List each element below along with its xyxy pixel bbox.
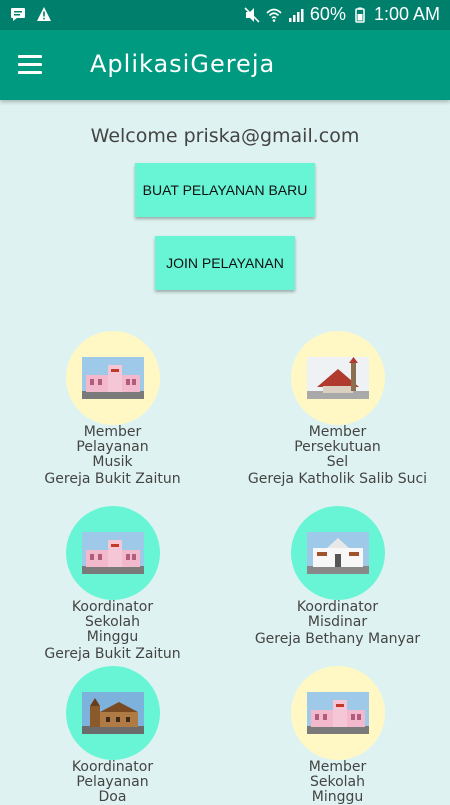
battery-icon xyxy=(355,7,365,23)
role-label: Koordinator xyxy=(296,599,379,615)
church-avatar[interactable] xyxy=(290,331,385,425)
role-label: Koordinator xyxy=(71,599,154,615)
hamburger-menu-icon[interactable] xyxy=(18,55,42,75)
church-photo xyxy=(81,357,144,399)
service-card[interactable]: Member Pelayanan Musik Gereja Bukit Zaitun xyxy=(0,331,225,487)
service-card[interactable]: Koordinator Misdinar Gereja Bethany Manyar xyxy=(225,506,450,647)
service-name: Minggu xyxy=(311,789,364,805)
church-name: Gereja Bukit Zaitun xyxy=(44,471,181,487)
role-label: Koordinator xyxy=(71,759,154,775)
service-name: Doa xyxy=(98,789,127,805)
app-title: AplikasiGereja xyxy=(90,50,276,78)
app-bar: AplikasiGereja xyxy=(0,30,450,100)
service-name: Persekutuan xyxy=(294,439,381,455)
church-photo xyxy=(81,692,144,734)
service-card[interactable]: Koordinator Sekolah Minggu Gereja Bukit Zai… xyxy=(0,506,225,662)
status-bar: 60% 1:00 AM xyxy=(0,0,450,30)
welcome-text: Welcome priska@gmail.com xyxy=(90,125,360,147)
service-name: Pelayanan xyxy=(76,774,149,790)
create-service-button[interactable]: BUAT PELAYANAN BARU xyxy=(135,163,315,217)
service-name: Sekolah xyxy=(84,614,140,630)
church-photo xyxy=(306,532,369,574)
church-avatar[interactable] xyxy=(65,666,160,760)
role-label: Member xyxy=(308,424,367,440)
service-name: Pelayanan xyxy=(76,439,149,455)
mute-icon xyxy=(244,6,260,23)
church-photo xyxy=(306,357,369,399)
signal-icon xyxy=(288,8,304,22)
wifi-icon xyxy=(266,8,282,22)
church-avatar[interactable] xyxy=(290,506,385,600)
service-card[interactable]: Koordinator Pelayanan Doa xyxy=(0,666,225,805)
battery-percent: 60% xyxy=(309,4,346,24)
service-name: Minggu xyxy=(86,629,139,645)
church-photo xyxy=(81,532,144,574)
service-card[interactable]: Member Sekolah Minggu xyxy=(225,666,450,805)
join-service-button[interactable]: JOIN PELAYANAN xyxy=(155,236,295,290)
service-card[interactable]: Member Persekutuan Sel Gereja Katholik Sali… xyxy=(225,331,450,487)
service-name: Sel xyxy=(326,454,349,470)
church-avatar[interactable] xyxy=(65,331,160,425)
clock: 1:00 AM xyxy=(373,4,440,24)
church-avatar[interactable] xyxy=(290,666,385,760)
church-avatar[interactable] xyxy=(65,506,160,600)
role-label: Member xyxy=(83,424,142,440)
warning-icon xyxy=(37,7,51,21)
service-name: Misdinar xyxy=(307,614,368,630)
service-name: Musik xyxy=(92,454,133,470)
church-photo xyxy=(306,692,369,734)
church-name: Gereja Bethany Manyar xyxy=(254,631,421,647)
church-name: Gereja Katholik Salib Suci xyxy=(247,471,428,487)
service-name: Sekolah xyxy=(309,774,365,790)
role-label: Member xyxy=(308,759,367,775)
chat-notification-icon xyxy=(11,8,25,21)
church-name: Gereja Bukit Zaitun xyxy=(44,646,181,662)
